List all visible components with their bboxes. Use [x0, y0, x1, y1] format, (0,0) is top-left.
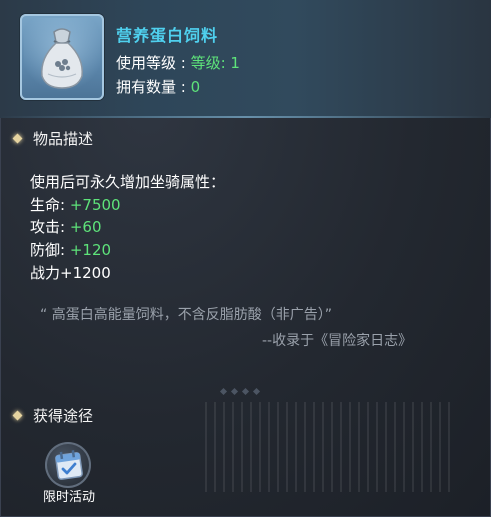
obtain-source-label: 限时活动	[42, 490, 95, 505]
stat-line-power: 战力+1200	[30, 262, 111, 283]
stat-label: 战力	[30, 264, 61, 282]
diamond-bullet-icon	[12, 410, 23, 420]
stat-label: 生命:	[30, 196, 70, 214]
stat-value: +1200	[60, 264, 111, 282]
flavor-source: --收录于《冒险家日志》	[262, 333, 413, 349]
calendar-check-icon	[55, 450, 83, 480]
description-title: 物品描述	[33, 129, 94, 148]
stat-value: +120	[69, 241, 112, 259]
section-divider	[190, 387, 290, 395]
feed-bag-icon	[41, 28, 83, 89]
item-tooltip-panel: 营养蛋白饲料 使用等级 : 等级: 1 拥有数量 : 0 物品描述 使用后可永久…	[0, 0, 491, 517]
owned-count-value: 0	[190, 78, 201, 96]
owned-count-label: 拥有数量 :	[116, 78, 191, 96]
stat-value: +7500	[69, 196, 121, 214]
stat-label: 攻击:	[30, 218, 70, 236]
item-header: 营养蛋白饲料 使用等级 : 等级: 1 拥有数量 : 0	[0, 0, 491, 118]
stat-line-defense: 防御: +120	[30, 239, 111, 260]
use-level-value: 等级: 1	[190, 54, 240, 72]
stat-label: 防御:	[30, 241, 70, 259]
item-icon-frame	[20, 14, 104, 100]
use-level-line: 使用等级 : 等级: 1	[116, 52, 240, 73]
obtain-title: 获得途径	[33, 406, 94, 425]
item-name: 营养蛋白饲料	[116, 26, 219, 45]
stat-value: +60	[69, 218, 102, 236]
obtain-source-limited-event-button[interactable]: 限时活动	[36, 440, 102, 508]
flavor-quote: “ 高蛋白高能量饲料，不含反脂肪酸（非广告）”	[40, 307, 332, 323]
owned-count-line: 拥有数量 : 0	[116, 76, 200, 97]
diamond-bullet-icon	[12, 133, 23, 143]
stat-line-attack: 攻击: +60	[30, 216, 101, 237]
stat-line-hp: 生命: +7500	[30, 194, 121, 215]
description-section-header: 物品描述	[12, 128, 94, 148]
background-watermark	[205, 402, 455, 492]
obtain-section-header: 获得途径	[12, 405, 94, 425]
description-intro: 使用后可永久增加坐骑属性：	[30, 173, 226, 191]
use-level-label: 使用等级 :	[116, 54, 191, 72]
